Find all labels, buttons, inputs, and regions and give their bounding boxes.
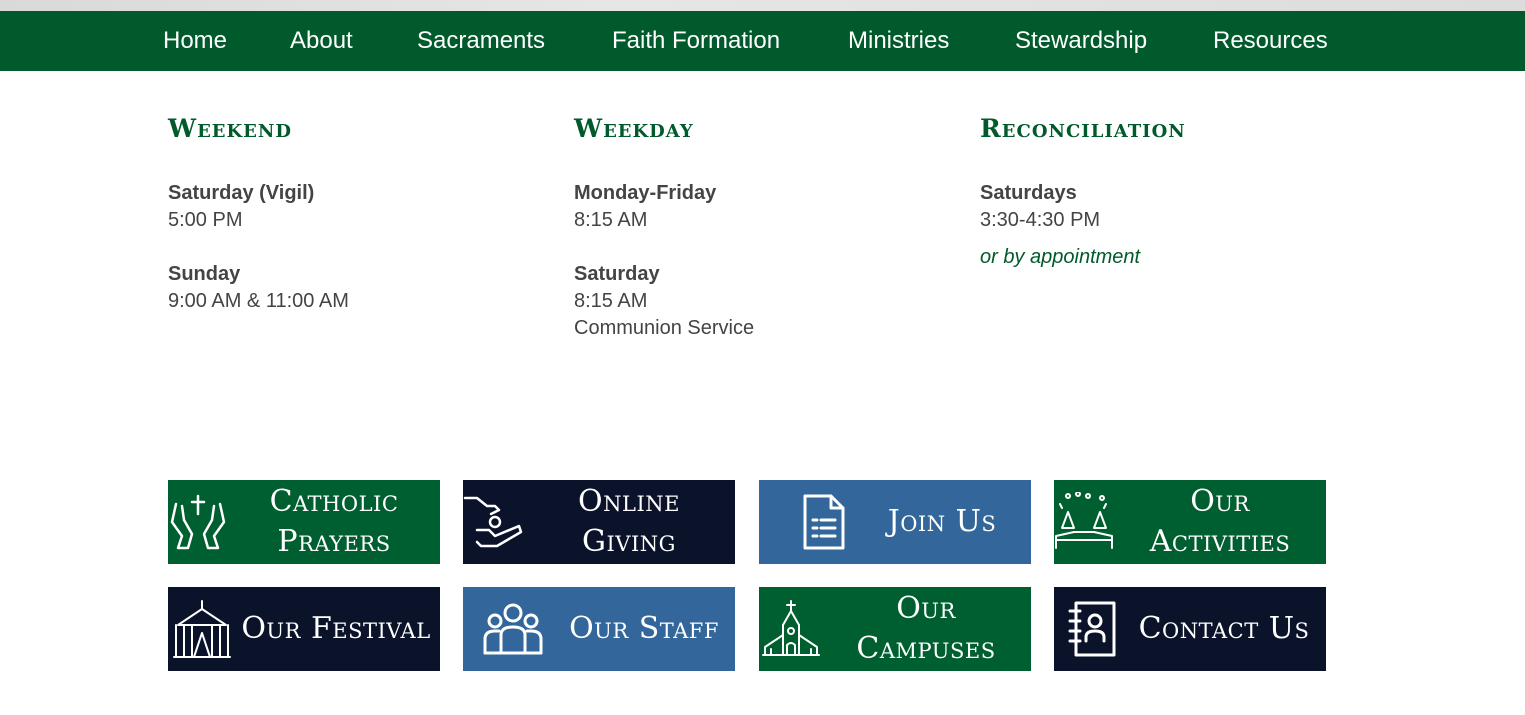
main-navigation: Home About Sacraments Faith Formation Mi…	[0, 11, 1525, 71]
catholic-prayers-button[interactable]: Catholic Prayers	[168, 480, 440, 564]
schedule-day: Saturdays	[980, 182, 1077, 204]
our-staff-button[interactable]: Our Staff	[463, 587, 735, 671]
schedule-time: 8:15 AM	[574, 290, 648, 312]
schedule-block: Saturday 8:15 AM Communion Service	[574, 261, 954, 342]
online-giving-button[interactable]: Online Giving	[463, 480, 735, 564]
weekday-schedule: Weekday Monday-Friday 8:15 AM Saturday 8…	[574, 108, 954, 369]
schedule-block: Saturdays 3:30-4:30 PM or by appointment	[980, 180, 1360, 271]
tile-label: Our Staff	[569, 611, 719, 646]
tile-label: Our Campuses	[856, 591, 996, 666]
schedule-day: Saturday	[574, 263, 660, 285]
contact-us-button[interactable]: Contact Us	[1054, 587, 1326, 671]
address-book-icon	[1062, 599, 1122, 659]
tile-label: Contact Us	[1138, 611, 1310, 646]
schedule-block: Saturday (Vigil) 5:00 PM	[168, 180, 548, 234]
nav-ministries[interactable]: Ministries	[848, 11, 949, 71]
giving-hand-icon	[463, 492, 523, 552]
nav-home[interactable]: Home	[163, 11, 227, 71]
our-festival-button[interactable]: Our Festival	[168, 587, 440, 671]
nav-about[interactable]: About	[290, 11, 353, 71]
tent-icon	[172, 599, 232, 659]
schedule-time: 5:00 PM	[168, 209, 243, 231]
schedule-block: Monday-Friday 8:15 AM	[574, 180, 954, 234]
schedule-time: 9:00 AM & 11:00 AM	[168, 290, 349, 312]
appointment-note: or by appointment	[980, 246, 1141, 268]
tile-label: Online Giving	[578, 484, 680, 559]
our-campuses-button[interactable]: Our Campuses	[759, 587, 1031, 671]
weekend-schedule: Weekend Saturday (Vigil) 5:00 PM Sunday …	[168, 108, 548, 342]
schedule-time: 3:30-4:30 PM	[980, 209, 1101, 231]
tile-label: Our Activities	[1149, 484, 1291, 559]
schedule-block: Sunday 9:00 AM & 11:00 AM	[168, 261, 548, 315]
document-icon	[793, 492, 853, 552]
nav-stewardship[interactable]: Stewardship	[1015, 11, 1147, 71]
weekday-heading: Weekday	[574, 114, 694, 143]
our-activities-button[interactable]: Our Activities	[1054, 480, 1326, 564]
join-us-button[interactable]: Join Us	[759, 480, 1031, 564]
tile-label: Join Us	[887, 504, 997, 539]
weekend-heading: Weekend	[168, 114, 292, 143]
schedule-day: Monday-Friday	[574, 182, 717, 204]
top-decorative-strip	[0, 0, 1525, 11]
reconciliation-heading: Reconciliation	[980, 114, 1186, 143]
nav-resources[interactable]: Resources	[1213, 11, 1328, 71]
schedule-time: 8:15 AM	[574, 209, 648, 231]
schedule-day: Saturday (Vigil)	[168, 182, 315, 204]
church-icon	[761, 599, 821, 659]
nav-sacraments[interactable]: Sacraments	[417, 11, 545, 71]
tile-label: Catholic Prayers	[269, 484, 399, 559]
festival-activities-icon	[1054, 491, 1114, 552]
schedule-time: Communion Service	[574, 317, 755, 339]
people-icon	[483, 599, 543, 659]
tile-label: Our Festival	[241, 611, 431, 646]
reconciliation-schedule: Reconciliation Saturdays 3:30-4:30 PM or…	[980, 108, 1360, 271]
nav-faith-formation[interactable]: Faith Formation	[612, 11, 780, 71]
schedule-day: Sunday	[168, 263, 241, 285]
praying-hands-icon	[168, 492, 228, 552]
